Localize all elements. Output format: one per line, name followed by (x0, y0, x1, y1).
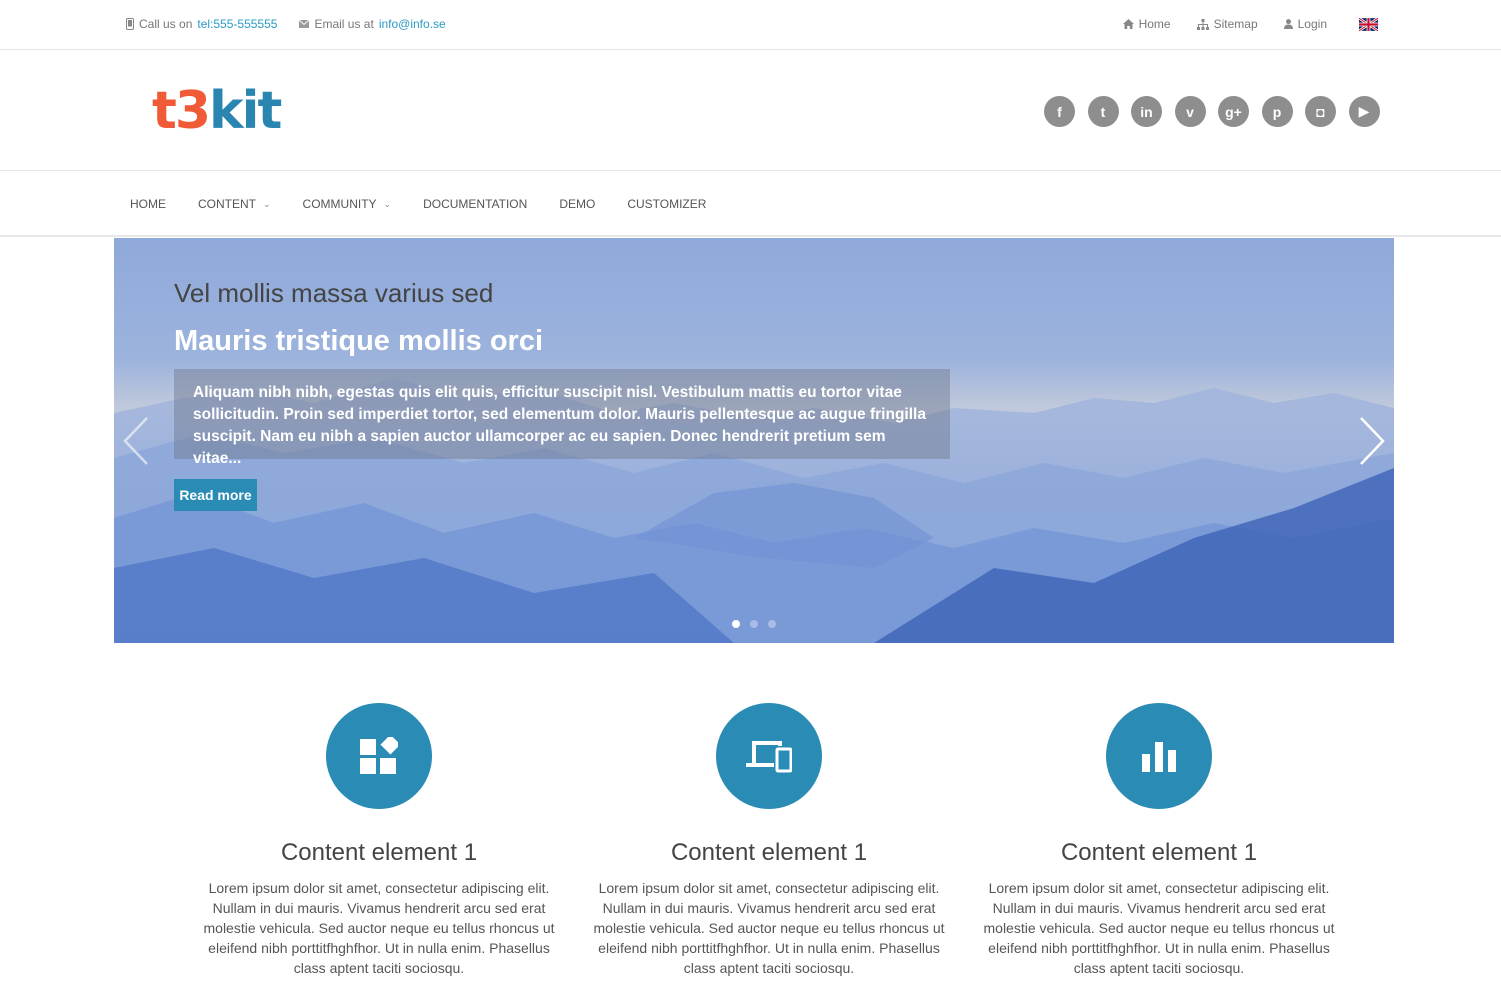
chevron-down-icon: ⌄ (383, 198, 392, 209)
nav-item-label: COMMUNITY (302, 197, 377, 211)
read-more-button[interactable]: Read more (174, 479, 257, 511)
utility-links: Home Sitemap Login (1097, 17, 1378, 31)
sitemap-icon (1196, 18, 1209, 30)
uk-flag-icon[interactable] (1359, 17, 1378, 31)
slide-title: Mauris tristique mollis orci (174, 325, 544, 357)
nav-item-demo[interactable]: DEMO (559, 197, 595, 211)
slider-dot[interactable] (768, 620, 776, 628)
site-header: t3kit f t in v g+ p ◘ ▶ (0, 51, 1501, 171)
nav-item-label: HOME (130, 197, 166, 211)
feature-title: Content element 1 (280, 839, 478, 866)
bar-chart-icon (1142, 742, 1176, 772)
mobile-phone-icon (126, 18, 134, 30)
call-label: Call us on (139, 17, 193, 31)
nav-item-customizer[interactable]: CUSTOMIZER (627, 197, 706, 211)
home-link-label: Home (1138, 17, 1171, 31)
social-links: f t in v g+ p ◘ ▶ (1044, 96, 1392, 127)
slider-dot[interactable] (750, 620, 758, 628)
sitemap-link-label: Sitemap (1213, 17, 1258, 31)
home-icon (1122, 19, 1134, 29)
main-navigation: HOME CONTENT ⌄ COMMUNITY ⌄ DOCUMENTATION… (0, 172, 1501, 237)
nav-item-label: CUSTOMIZER (627, 197, 707, 211)
vimeo-icon[interactable]: v (1174, 96, 1206, 127)
linkedin-icon[interactable]: in (1131, 96, 1162, 127)
youtube-icon[interactable]: ▶ (1348, 96, 1380, 127)
nav-item-label: DOCUMENTATION (423, 197, 528, 211)
site-logo[interactable]: t3kit (152, 81, 282, 141)
contact-info: Call us on tel:555-555555 Email us at in… (126, 17, 468, 31)
chevron-down-icon: ⌄ (263, 198, 271, 209)
nav-item-community[interactable]: COMMUNITY ⌄ (303, 197, 392, 211)
nav-item-home[interactable]: HOME (130, 197, 166, 211)
sitemap-link[interactable]: Sitemap (1196, 17, 1258, 31)
user-icon (1283, 19, 1293, 29)
instagram-icon[interactable]: ◘ (1305, 96, 1336, 127)
email-label: Email us at (314, 17, 374, 31)
email-link[interactable]: info@info.se (379, 17, 446, 31)
facebook-icon[interactable]: f (1044, 96, 1075, 127)
slider-prev-arrow-icon[interactable] (122, 416, 150, 466)
pinterest-icon[interactable]: p (1261, 96, 1293, 127)
feature-block: Content element 1 Lorem ipsum dolor sit … (579, 703, 959, 978)
feature-title: Content element 1 (1060, 839, 1258, 866)
devices-icon (746, 741, 792, 773)
nav-item-documentation[interactable]: DOCUMENTATION (423, 197, 527, 211)
googleplus-icon[interactable]: g+ (1218, 96, 1249, 127)
nav-item-label: CONTENT (198, 197, 256, 211)
feature-icon-circle (716, 703, 822, 809)
twitter-icon[interactable]: t (1087, 96, 1119, 127)
feature-text: Lorem ipsum dolor sit amet, consectetur … (593, 880, 945, 976)
slider-next-arrow-icon[interactable] (1358, 416, 1386, 466)
feature-block: Content element 1 Lorem ipsum dolor sit … (189, 703, 569, 978)
feature-block: Content element 1 Lorem ipsum dolor sit … (969, 703, 1349, 978)
login-link[interactable]: Login (1283, 17, 1327, 31)
email-contact: Email us at info@info.se (299, 17, 446, 31)
envelope-icon (299, 20, 310, 28)
feature-text: Lorem ipsum dolor sit amet, consectetur … (983, 880, 1335, 976)
slide-subtitle: Vel mollis massa varius sed (174, 278, 494, 308)
nav-item-label: DEMO (559, 197, 596, 211)
feature-title: Content element 1 (670, 839, 868, 866)
slider-pagination (732, 620, 786, 628)
logo-part-t3: t3 (152, 81, 211, 141)
phone-contact: Call us on tel:555-555555 (126, 17, 277, 31)
nav-items: HOME CONTENT ⌄ COMMUNITY ⌄ DOCUMENTATION… (130, 197, 738, 211)
feature-icon-circle (1106, 703, 1212, 809)
top-bar: Call us on tel:555-555555 Email us at in… (0, 0, 1501, 50)
nav-item-content[interactable]: CONTENT ⌄ (198, 197, 271, 211)
hero-slider: Vel mollis massa varius sed Mauris trist… (114, 238, 1394, 643)
login-link-label: Login (1297, 17, 1327, 31)
feature-icon-circle (326, 703, 432, 809)
slider-dot[interactable] (732, 620, 740, 628)
slide-description: Aliquam nibh nibh, egestas quis elit qui… (174, 369, 950, 467)
feature-text: Lorem ipsum dolor sit amet, consectetur … (203, 880, 555, 976)
home-link[interactable]: Home (1122, 17, 1171, 31)
widgets-icon (360, 737, 398, 774)
phone-link[interactable]: tel:555-555555 (197, 17, 277, 31)
logo-part-kit: kit (209, 81, 282, 141)
